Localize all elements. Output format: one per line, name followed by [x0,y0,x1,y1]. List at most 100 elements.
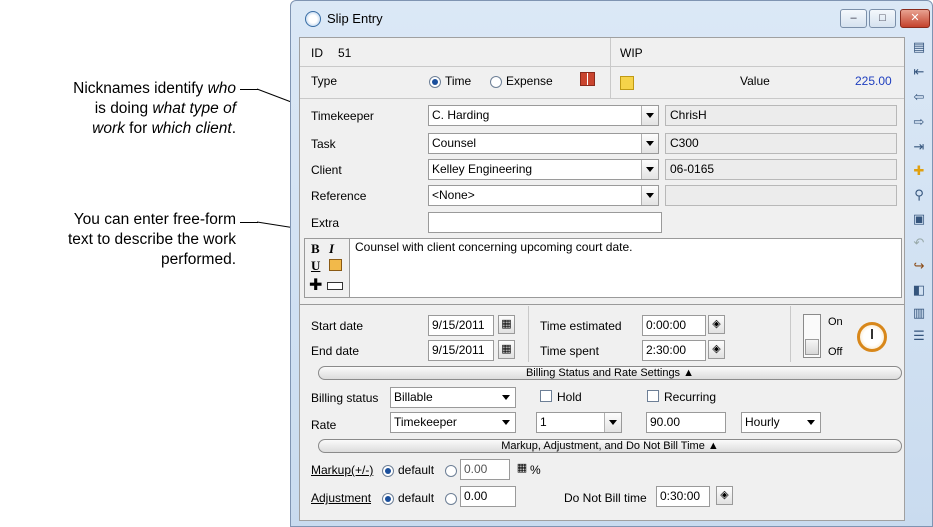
end-date-label: End date [311,344,360,358]
extra-input[interactable] [428,212,662,233]
extra-label: Extra [311,216,340,230]
reference-code [665,185,897,206]
book-icon[interactable] [580,72,595,86]
billing-section-header[interactable]: Billing Status and Rate Settings ▲ [318,366,902,380]
client-label: Client [311,163,342,177]
do-not-bill-label: Do Not Bill time [564,491,647,505]
side-toolbar: ▤ ⇤ ⇦ ⇨ ⇥ ✚ ⚲ ▣ ↶ ↪ ◧ ▥ ☰ [908,37,930,353]
undo-icon[interactable]: ↶ [911,235,927,251]
recurring-checkbox[interactable] [647,390,659,402]
client-code: 06-0165 [665,159,897,180]
timer-divider [790,306,791,362]
markup-custom-radio[interactable] [445,465,457,477]
previous-icon[interactable]: ⇦ [911,89,927,105]
id-label: ID [311,46,323,60]
preview-icon[interactable]: ◧ [911,282,927,298]
close-button[interactable]: ✕ [900,9,930,28]
dates-divider [528,306,529,362]
rate-value-input[interactable]: 90.00 [646,412,726,433]
maximize-button[interactable]: □ [869,9,896,28]
end-date-input[interactable]: 9/15/2011 [428,340,494,361]
italic-button[interactable]: I [329,241,334,257]
start-date-input[interactable]: 9/15/2011 [428,315,494,336]
markup-input[interactable]: 0.00 [460,459,510,480]
format-toolbar: B I U ✚ [304,238,350,298]
stopwatch-icon[interactable] [857,322,887,352]
slip-form: ID 51 WIP Type Time Expense Value 225.00… [299,37,905,521]
type-time-label: Time [445,74,472,88]
adjustment-input[interactable]: 0.00 [460,486,516,507]
next-icon[interactable]: ⇨ [911,114,927,130]
reference-combo[interactable]: <None> [428,185,659,206]
percent-label: % [530,463,541,477]
calculator-icon[interactable]: ▦ [515,460,529,479]
slip-entry-window: Slip Entry – □ ✕ ID 51 WIP Type Time Exp… [290,0,933,527]
start-date-label: Start date [311,319,364,333]
last-icon[interactable]: ⇥ [911,139,927,155]
client-combo[interactable]: Kelley Engineering [428,159,659,180]
description-memo[interactable]: Counsel with client concerning upcoming … [304,238,902,298]
sticky-note-icon[interactable] [620,76,634,90]
rate-source-select[interactable]: Timekeeper [390,412,516,433]
add-icon[interactable]: ✚ [911,163,927,179]
hold-label: Hold [557,390,582,404]
adjustment-custom-radio[interactable] [445,493,457,505]
type-label: Type [311,74,338,88]
add-icon[interactable]: ✚ [309,278,322,294]
markup-default-radio[interactable] [382,465,394,477]
minus-icon[interactable] [327,282,343,290]
start-date-calendar-icon[interactable]: ▦ [498,315,515,334]
report-icon[interactable]: ▥ [911,305,927,321]
task-code: C300 [665,133,897,154]
value-amount: 225.00 [855,74,892,88]
save-icon[interactable]: ▣ [911,211,927,227]
adjustment-default-radio[interactable] [382,493,394,505]
adjustment-default-label: default [398,491,435,505]
time-spent-input[interactable]: 2:30:00 [642,340,706,361]
window-title: Slip Entry [327,11,383,26]
time-estimated-spin-icon[interactable]: ◈ [708,315,725,334]
task-combo[interactable]: Counsel [428,133,659,154]
type-expense-radio[interactable] [490,76,502,88]
billing-status-select[interactable]: Billable [390,387,516,408]
timer-switch[interactable] [803,314,821,358]
task-label: Task [311,137,336,151]
first-icon[interactable]: ⇤ [911,64,927,80]
markup-section-header[interactable]: Markup, Adjustment, and Do Not Bill Time… [318,439,902,453]
timekeeper-combo[interactable]: C. Harding [428,105,659,126]
notes-icon[interactable]: ▤ [911,39,927,55]
header-divider [610,38,611,98]
timekeeper-label: Timekeeper [311,109,374,123]
time-estimated-input[interactable]: 0:00:00 [642,315,706,336]
end-date-calendar-icon[interactable]: ▦ [498,340,515,359]
rate-label: Rate [311,418,337,432]
divider [300,66,904,67]
description-text: Counsel with client concerning upcoming … [355,240,633,254]
time-spent-spin-icon[interactable]: ◈ [708,340,725,359]
highlight-icon[interactable] [329,259,342,271]
list-icon[interactable]: ☰ [911,328,927,344]
find-icon[interactable]: ⚲ [911,187,927,203]
do-not-bill-spin-icon[interactable]: ◈ [716,486,733,505]
underline-button[interactable]: U [311,258,320,274]
do-not-bill-input[interactable]: 0:30:00 [656,486,710,507]
type-time-radio[interactable] [429,76,441,88]
rate-level-select[interactable]: 1 [536,412,622,433]
minimize-button[interactable]: – [840,9,867,28]
divider [300,304,904,305]
billing-status-label: Billing status [311,391,379,405]
rate-unit-select[interactable]: Hourly [741,412,821,433]
bold-button[interactable]: B [311,241,320,257]
id-value: 51 [338,46,352,60]
delete-icon[interactable]: ↪ [911,258,927,274]
time-estimated-label: Time estimated [540,319,622,333]
reference-label: Reference [311,189,367,203]
title-bar[interactable]: Slip Entry – □ ✕ [291,1,932,35]
time-spent-label: Time spent [540,344,599,358]
divider [300,98,904,99]
markup-label: Markup(+/-) [311,463,374,477]
type-expense-label: Expense [506,74,553,88]
clock-icon [305,11,321,27]
hold-checkbox[interactable] [540,390,552,402]
recurring-label: Recurring [664,390,717,404]
